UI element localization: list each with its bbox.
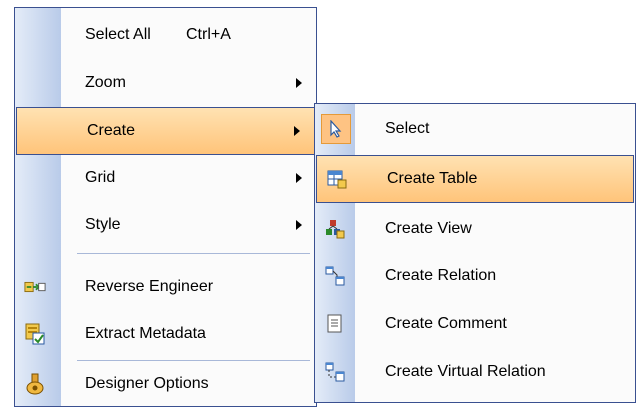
menu-item-label: Select All	[85, 26, 151, 43]
menu-item-create[interactable]: Create	[16, 107, 315, 155]
menu-item-label: Select	[385, 120, 430, 137]
submenu-item-create-view[interactable]: Create View	[315, 206, 635, 252]
submenu-item-create-comment[interactable]: Create Comment	[315, 301, 635, 347]
cursor-arrow-icon	[321, 114, 351, 144]
menu-item-label: Extract Metadata	[85, 325, 206, 342]
submenu-arrow-icon	[296, 220, 302, 230]
menu-item-extract-metadata[interactable]: Extract Metadata	[15, 311, 316, 357]
comment-icon	[324, 313, 346, 335]
menu-item-designer-options[interactable]: Designer Options	[15, 361, 316, 407]
designer-options-icon	[24, 373, 46, 395]
virtual-relation-icon	[324, 361, 346, 383]
menu-item-label: Create Virtual Relation	[385, 363, 546, 380]
menu-item-grid[interactable]: Grid	[15, 155, 316, 201]
reverse-engineer-icon	[24, 276, 46, 298]
submenu-arrow-icon	[296, 78, 302, 88]
submenu-arrow-icon	[296, 173, 302, 183]
table-icon	[326, 168, 348, 190]
menu-item-label: Designer Options	[85, 375, 209, 392]
menu-item-zoom[interactable]: Zoom	[15, 60, 316, 106]
menu-item-label: Style	[85, 216, 121, 233]
menu-item-label: Create Table	[387, 170, 478, 187]
relation-icon	[324, 265, 346, 287]
menu-item-label: Grid	[85, 169, 116, 186]
menu-item-shortcut: Ctrl+A	[186, 26, 231, 43]
submenu-item-create-virtual-relation[interactable]: Create Virtual Relation	[315, 349, 635, 395]
menu-separator	[77, 253, 310, 254]
menu-item-label: Create Relation	[385, 267, 497, 284]
extract-metadata-icon	[24, 323, 46, 345]
submenu-item-create-relation[interactable]: Create Relation	[315, 253, 635, 299]
menu-item-label: Reverse Engineer	[85, 278, 214, 295]
context-menu: Select All Ctrl+A Zoom Create Grid Style…	[14, 7, 317, 407]
submenu-arrow-icon	[294, 126, 300, 136]
menu-item-style[interactable]: Style	[15, 202, 316, 248]
menu-item-label: Create View	[385, 220, 472, 237]
menu-item-label: Create Comment	[385, 315, 507, 332]
menu-item-reverse-engineer[interactable]: Reverse Engineer	[15, 264, 316, 310]
submenu-item-select[interactable]: Select	[315, 106, 635, 152]
create-submenu: Select Create Table Create View Create R…	[314, 103, 636, 403]
submenu-item-create-table[interactable]: Create Table	[316, 155, 634, 203]
menu-item-label: Zoom	[85, 74, 126, 91]
view-icon	[324, 218, 346, 240]
menu-item-label: Create	[87, 122, 136, 139]
menu-item-select-all[interactable]: Select All Ctrl+A	[15, 12, 316, 58]
